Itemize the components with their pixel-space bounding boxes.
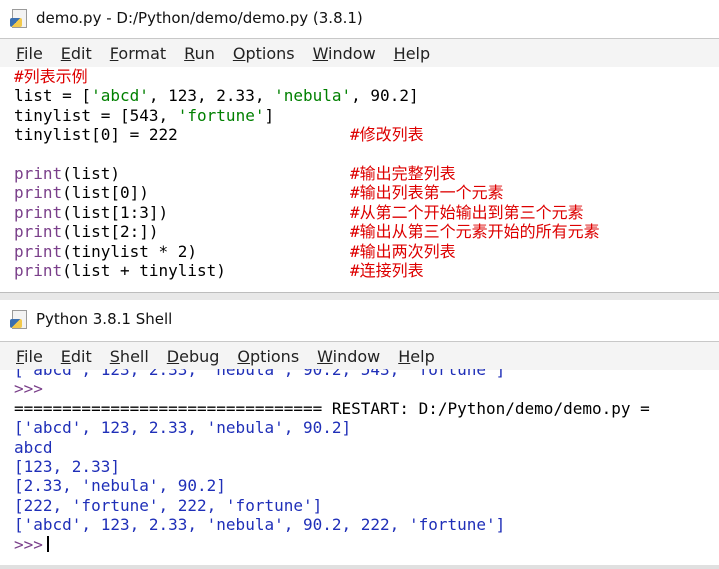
code-comment: #输出列表第一个元素 [350,183,504,203]
code-text: print(list[1:3]) [14,202,169,222]
code-comment: #修改列表 [350,125,424,145]
code-line: #列表示例 [14,67,719,86]
editor-menu-format[interactable]: Format [102,44,176,63]
idle-shell-icon [10,309,28,329]
code-text: tinylist[0] = 222 [14,125,178,145]
code-text: print(list[2:]) [14,222,159,242]
code-text: print(list[0]) [14,183,149,203]
editor-menubar: File Edit Format Run Options Window Help [0,38,719,67]
shell-output-line-partial: ['abcd', 123, 2.33, 'nebula', 90.2, 543,… [14,369,506,379]
shell-input-line[interactable]: >>> [14,535,719,554]
code-text: print(tinylist * 2) [14,241,198,261]
code-line: print(list[2:]) #输出从第三个元素开始的所有元素 [14,222,719,241]
editor-menu-help[interactable]: Help [386,44,440,63]
shell-prompt: >>> [14,379,43,399]
restart-banner: ================================ RESTART… [14,398,650,418]
shell-menu-debug[interactable]: Debug [159,347,230,366]
editor-menu-file[interactable]: File [0,44,53,63]
code-comment: #输出完整列表 [350,163,456,183]
shell-final-prompt: >>> [14,534,43,554]
code-line: print(tinylist * 2) #输出两次列表 [14,242,719,261]
shell-menubar: File Edit Shell Debug Options Window Hel… [0,341,719,370]
shell-titlebar[interactable]: Python 3.8.1 Shell [0,300,719,338]
code-line: print(list) #输出完整列表 [14,164,719,183]
code-line: print(list + tinylist) #连接列表 [14,261,719,280]
editor-menu-window[interactable]: Window [305,44,386,63]
code-line: list = ['abcd', 123, 2.33, 'nebula', 90.… [14,86,719,105]
shell-menu-edit[interactable]: Edit [53,347,102,366]
code-text: list = ['abcd', 123, 2.33, 'nebula', 90.… [14,86,419,106]
code-editor[interactable]: #列表示例 list = ['abcd', 123, 2.33, 'nebula'… [14,67,719,291]
editor-menu-run[interactable]: Run [176,44,225,63]
code-line: print(list[1:3]) #从第二个开始输出到第三个元素 [14,203,719,222]
code-comment: #输出两次列表 [350,241,456,261]
code-line: tinylist = [543, 'fortune'] [14,106,719,125]
code-comment: #从第二个开始输出到第三个元素 [350,202,584,222]
editor-menu-options[interactable]: Options [225,44,305,63]
text-cursor [46,535,49,552]
shell-menu-shell[interactable]: Shell [102,347,159,366]
code-line: print(list[0]) #输出列表第一个元素 [14,183,719,202]
shell-menu-window[interactable]: Window [309,347,390,366]
editor-window-title: demo.py - D:/Python/demo/demo.py (3.8.1) [36,9,363,27]
code-text: print(list) [14,163,120,183]
shell-output-line: [222, 'fortune', 222, 'fortune'] [14,495,323,515]
shell-menu-file[interactable]: File [0,347,53,366]
code-comment: #连接列表 [350,260,424,280]
editor-menu-edit[interactable]: Edit [53,44,102,63]
shell-output-line: [123, 2.33] [14,456,120,476]
idle-file-icon [10,8,28,28]
shell-output-line: ['abcd', 123, 2.33, 'nebula', 90.2] [14,418,352,438]
code-line: tinylist[0] = 222 #修改列表 [14,125,719,144]
code-text: #列表示例 [14,67,88,86]
shell-output[interactable]: ['abcd', 123, 2.33, 'nebula', 90.2, 543,… [14,369,719,561]
shell-menu-options[interactable]: Options [229,347,309,366]
editor-titlebar[interactable]: demo.py - D:/Python/demo/demo.py (3.8.1) [0,0,719,36]
shell-output-line: ['abcd', 123, 2.33, 'nebula', 90.2, 222,… [14,515,506,535]
shell-output-line: [2.33, 'nebula', 90.2] [14,476,226,496]
code-comment: #输出从第三个元素开始的所有元素 [350,222,600,242]
code-text: tinylist = [543, 'fortune'] [14,105,275,125]
shell-output-line: abcd [14,437,53,457]
shell-menu-help[interactable]: Help [390,347,444,366]
code-text: print(list + tinylist) [14,260,226,280]
shell-window-title: Python 3.8.1 Shell [36,310,173,328]
window-bottom-border [0,565,719,569]
